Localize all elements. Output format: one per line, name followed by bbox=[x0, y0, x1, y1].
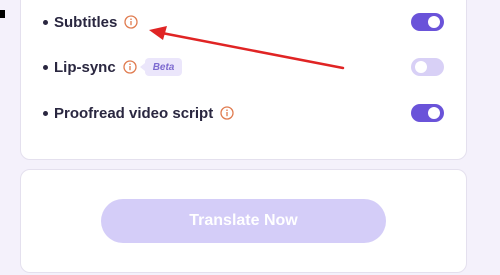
lip-sync-label: Lip-sync bbox=[54, 58, 116, 76]
proofread-label: Proofread video script bbox=[54, 104, 214, 122]
subtitles-row: Subtitles bbox=[43, 10, 444, 34]
toggle-knob bbox=[428, 16, 440, 28]
subtitles-toggle[interactable] bbox=[411, 13, 444, 31]
subtitles-label: Subtitles bbox=[54, 13, 118, 31]
info-icon[interactable] bbox=[124, 15, 138, 29]
bullet bbox=[43, 110, 48, 116]
settings-card: Subtitles Lip-sync Beta Proofread video … bbox=[20, 0, 467, 160]
info-icon[interactable] bbox=[123, 60, 137, 74]
action-card: Translate Now bbox=[20, 169, 467, 273]
toggle-knob bbox=[415, 61, 427, 73]
info-icon[interactable] bbox=[220, 106, 234, 120]
bullet bbox=[43, 19, 48, 25]
bullet bbox=[43, 64, 48, 70]
translate-now-button[interactable]: Translate Now bbox=[101, 199, 386, 243]
corner-mark bbox=[0, 10, 5, 18]
lip-sync-toggle[interactable] bbox=[411, 58, 444, 76]
proofread-toggle[interactable] bbox=[411, 104, 444, 122]
beta-badge: Beta bbox=[139, 58, 183, 76]
toggle-knob bbox=[428, 107, 440, 119]
proofread-row: Proofread video script bbox=[43, 101, 444, 125]
lip-sync-row: Lip-sync Beta bbox=[43, 55, 444, 79]
